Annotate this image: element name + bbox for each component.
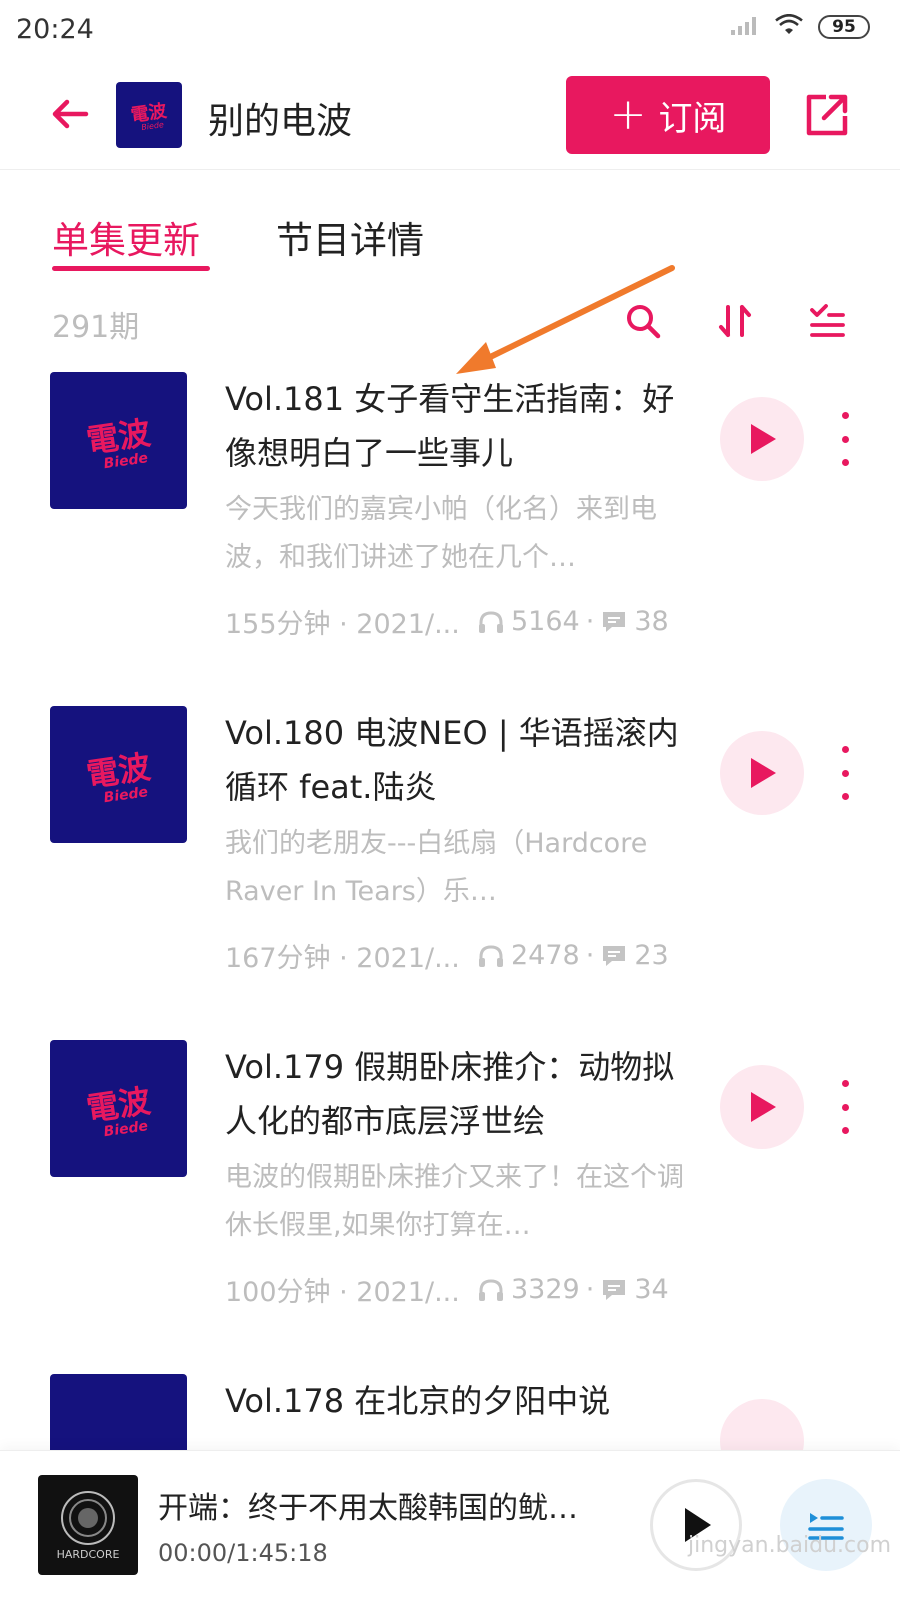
listen-count: 3329: [511, 1274, 580, 1305]
episode-cover: 電波 Biede: [50, 706, 187, 843]
sort-icon: [719, 305, 751, 337]
podcast-logo: 電波Biede: [84, 1081, 153, 1139]
episode-item[interactable]: 電波 Biede Vol.179 假期卧床推介：动物拟人化的都市底层浮世绘 电波的…: [0, 1040, 900, 1370]
comment-icon: [603, 945, 626, 966]
plus-icon: +: [609, 89, 647, 140]
listen-count: 2478: [511, 940, 580, 971]
episode-duration-date: 167分钟 · 2021/...: [225, 943, 460, 974]
batch-select-button[interactable]: [804, 298, 850, 344]
episode-duration-date: 155分钟 · 2021/...: [225, 609, 460, 640]
episode-cover: 電波 Biede: [50, 372, 187, 509]
episode-meta: 167分钟 · 2021/... 2478 · 23: [225, 936, 705, 975]
annotation-arrow: [456, 265, 675, 374]
podcast-logo: 電波Biede: [84, 747, 153, 805]
episode-item[interactable]: 電波 Biede Vol.180 电波NEO | 华语摇滚内循环 feat.陆炎 …: [0, 706, 900, 1036]
play-icon: [751, 424, 776, 454]
watermark: jingyan.baidu.com: [688, 1533, 892, 1558]
player-title: 开端：终于不用太酸韩国的鱿…: [158, 1491, 578, 1526]
more-dot: [841, 459, 849, 466]
share-button[interactable]: [800, 88, 854, 142]
player-time: 00:00/1:45:18: [158, 1539, 328, 1567]
episode-stats: 5164 · 38: [477, 606, 669, 637]
episode-meta: 155分钟 · 2021/... 5164 · 38: [225, 602, 705, 641]
tab-indicator: [52, 266, 210, 271]
episode-play-button[interactable]: [720, 731, 804, 815]
more-dot: [841, 769, 849, 777]
episode-duration-date: 100分钟 · 2021/...: [225, 1277, 460, 1308]
episode-stats: 3329 · 34: [477, 1274, 669, 1305]
episode-count: 291期: [52, 310, 140, 345]
podcast-title: 别的电波: [208, 101, 353, 142]
podcast-header: 電波 Biede 别的电波 + 订阅: [0, 60, 900, 170]
episode-more-button[interactable]: [830, 746, 860, 800]
sort-button[interactable]: [712, 298, 758, 344]
comment-count: 23: [634, 940, 669, 971]
episode-description: 电波的假期卧床推介又来了！在这个调休长假里,如果你打算在…: [225, 1162, 684, 1241]
separator: ·: [585, 606, 595, 637]
separator: ·: [585, 1274, 595, 1305]
podcast-cover: 電波 Biede: [116, 82, 182, 148]
listen-count: 5164: [511, 606, 580, 637]
play-icon: [751, 1092, 776, 1122]
episode-more-button[interactable]: [830, 412, 860, 466]
episode-play-button[interactable]: [720, 1399, 804, 1450]
more-dot: [841, 793, 849, 800]
episode-cover: [50, 1374, 187, 1450]
episode-title[interactable]: Vol.180 电波NEO | 华语摇滚内循环 feat.陆炎: [225, 706, 695, 814]
tab-details[interactable]: 节目详情: [276, 210, 424, 264]
battery-icon: 95: [818, 15, 870, 39]
episode-stats: 2478 · 23: [477, 940, 669, 971]
status-bar: 20:24 95: [0, 0, 900, 60]
player-cover: HARDCORE: [38, 1475, 138, 1575]
comment-icon: [603, 1279, 626, 1300]
episode-cover: 電波 Biede: [50, 1040, 187, 1177]
episode-meta: 100分钟 · 2021/... 3329 · 34: [225, 1270, 705, 1309]
status-time: 20:24: [16, 14, 94, 45]
more-dot: [841, 412, 849, 419]
episode-play-button[interactable]: [720, 397, 804, 481]
headphones-icon: [479, 610, 503, 633]
more-dot: [841, 1103, 849, 1111]
more-dot: [841, 1080, 849, 1087]
arrow-left-icon: [52, 99, 89, 129]
more-dot: [841, 1127, 849, 1134]
wifi-icon: [774, 13, 804, 40]
svg-text:HARDCORE: HARDCORE: [57, 1548, 120, 1561]
episode-more-button[interactable]: [830, 1080, 860, 1134]
more-dot: [841, 435, 849, 443]
checklist-icon: [810, 304, 845, 337]
headphones-icon: [479, 944, 503, 967]
share-icon: [806, 94, 848, 136]
status-icons: 95: [730, 13, 870, 40]
episode-play-button[interactable]: [720, 1065, 804, 1149]
episode-title[interactable]: Vol.179 假期卧床推介：动物拟人化的都市底层浮世绘: [225, 1040, 695, 1148]
subscribe-label: 订阅: [658, 98, 727, 139]
svg-text:Biede: Biede: [141, 120, 165, 132]
subscribe-button[interactable]: + 订阅: [566, 76, 770, 154]
back-button[interactable]: [44, 88, 96, 140]
more-dot: [841, 746, 849, 753]
podcast-logo: 電波Biede: [129, 99, 169, 132]
play-icon: [751, 758, 776, 788]
headphones-icon: [479, 1278, 503, 1301]
episode-description: 我们的老朋友---白纸扇（Hardcore Raver In Tears）乐…: [225, 828, 648, 907]
separator: ·: [585, 940, 595, 971]
episode-item[interactable]: 電波 Biede Vol.181 女子看守生活指南：好像想明白了一些事儿 今天我们…: [0, 372, 900, 702]
episode-title[interactable]: Vol.178 在北京的夕阳中说: [225, 1374, 695, 1428]
tab-episodes[interactable]: 单集更新: [52, 210, 200, 264]
comment-count: 34: [634, 1274, 669, 1305]
comment-icon: [603, 611, 626, 632]
podcast-logo: 電波Biede: [84, 413, 153, 471]
episode-description: 今天我们的嘉宾小帕（化名）来到电波，和我们讲述了她在几个…: [225, 494, 657, 573]
mini-player[interactable]: HARDCORE 开端：终于不用太酸韩国的鱿… 00:00/1:45:18: [0, 1450, 900, 1600]
hardcore-logo: HARDCORE: [57, 1491, 120, 1561]
signal-icon: [730, 14, 760, 40]
episode-item[interactable]: Vol.178 在北京的夕阳中说: [0, 1374, 900, 1450]
comment-count: 38: [634, 606, 669, 637]
